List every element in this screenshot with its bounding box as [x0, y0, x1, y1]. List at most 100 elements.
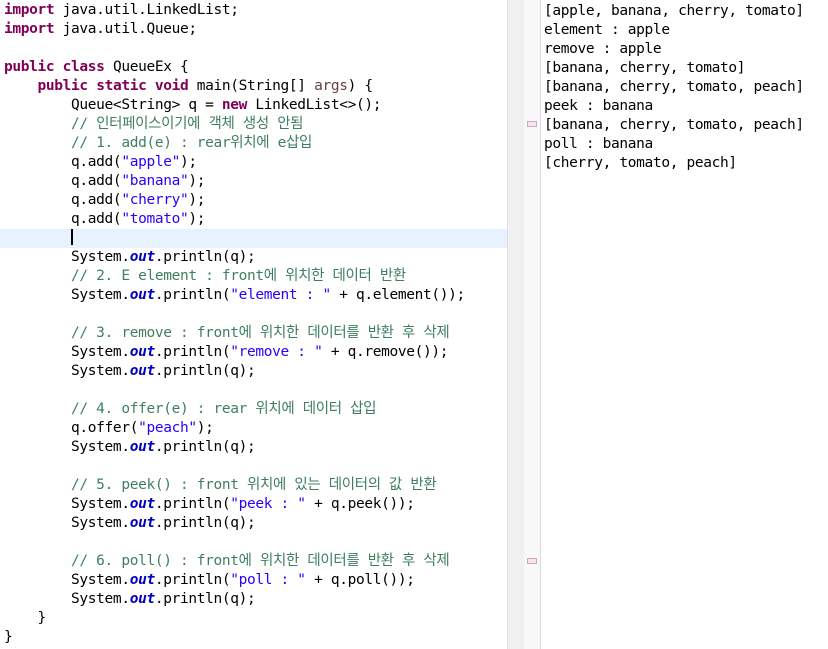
- code-token: public class: [4, 59, 105, 75]
- code-token: out: [129, 591, 155, 607]
- code-line[interactable]: import java.util.Queue;: [4, 20, 197, 39]
- code-token: // 5. peek() : front 위치에 있는 데이터의 값 반환: [4, 477, 437, 493]
- code-line[interactable]: q.add("cherry");: [4, 191, 205, 210]
- overview-ruler[interactable]: [524, 0, 541, 649]
- code-token: }: [4, 610, 47, 626]
- code-token: System.: [4, 439, 130, 455]
- editor-vertical-ruler: [507, 0, 525, 649]
- code-token: );: [188, 192, 206, 208]
- code-token: ) {: [347, 78, 373, 94]
- code-token: );: [196, 420, 214, 436]
- code-token: out: [129, 439, 155, 455]
- code-token: + q.remove());: [322, 344, 449, 360]
- code-token: + q.peek());: [305, 496, 415, 512]
- code-line[interactable]: // 6. poll() : front에 위치한 데이터를 반환 후 삭제: [4, 552, 450, 571]
- code-line[interactable]: System.out.println("peek : " + q.peek())…: [4, 495, 415, 514]
- code-line[interactable]: System.out.println(q);: [4, 590, 256, 609]
- code-token: .println(q);: [154, 363, 256, 379]
- code-token: "poll : ": [230, 572, 306, 588]
- code-line[interactable]: public static void main(String[] args) {: [4, 77, 374, 96]
- code-line[interactable]: public class QueueEx {: [4, 58, 189, 77]
- code-token: );: [188, 211, 206, 227]
- code-token: QueueEx {: [104, 59, 189, 75]
- console-line: [banana, cherry, tomato, peach]: [544, 117, 804, 133]
- code-line[interactable]: }: [4, 628, 13, 647]
- code-editor[interactable]: import java.util.LinkedList; import java.…: [0, 0, 507, 649]
- code-line[interactable]: }: [4, 609, 47, 628]
- code-token: .println(: [154, 344, 231, 360]
- code-token: out: [129, 249, 155, 265]
- code-token: public static void: [37, 78, 189, 94]
- code-line[interactable]: q.add("tomato");: [4, 210, 205, 229]
- console-line: element : apple: [544, 22, 670, 38]
- code-line[interactable]: System.out.println("poll : " + q.poll())…: [4, 571, 415, 590]
- code-line[interactable]: System.out.println("element : " + q.elem…: [4, 286, 465, 305]
- code-token: );: [180, 154, 197, 170]
- code-line[interactable]: System.out.println(q);: [4, 248, 256, 267]
- code-token: "element : ": [230, 287, 331, 303]
- code-line[interactable]: // 1. add(e) : rear위치에 e삽입: [4, 134, 312, 153]
- code-token: q.add(: [4, 173, 122, 189]
- code-token: System.: [4, 496, 130, 512]
- code-token: }: [4, 629, 13, 645]
- console-line: poll : banana: [544, 136, 653, 152]
- code-token: "peach": [138, 420, 197, 436]
- code-line[interactable]: q.add("banana");: [4, 172, 205, 191]
- overview-marker[interactable]: [527, 558, 537, 564]
- console-line: remove : apple: [544, 41, 662, 57]
- code-token: + q.element());: [330, 287, 465, 303]
- code-token: out: [129, 287, 155, 303]
- code-token: q.add(: [4, 211, 122, 227]
- code-token: System.: [4, 591, 130, 607]
- code-token: "cherry": [121, 192, 189, 208]
- code-token: .println(q);: [154, 249, 256, 265]
- code-line[interactable]: // 2. E element : front에 위치한 데이터 반환: [4, 267, 406, 286]
- code-token: .println(q);: [154, 439, 256, 455]
- code-token: import: [4, 2, 55, 18]
- code-token: out: [129, 344, 155, 360]
- code-token: System.: [4, 287, 130, 303]
- code-token: out: [129, 363, 155, 379]
- console-line: [apple, banana, cherry, tomato]: [544, 3, 804, 19]
- console-line: [banana, cherry, tomato]: [544, 60, 746, 76]
- code-token: .println(: [154, 572, 231, 588]
- console-output: [apple, banana, cherry, tomato] element :…: [541, 0, 828, 649]
- code-token: "banana": [121, 173, 189, 189]
- code-line[interactable]: q.add("apple");: [4, 153, 197, 172]
- overview-marker[interactable]: [527, 121, 537, 127]
- code-line[interactable]: // 3. remove : front에 위치한 데이터를 반환 후 삭제: [4, 324, 450, 343]
- code-token: q.add(: [4, 192, 122, 208]
- code-line[interactable]: // 5. peek() : front 위치에 있는 데이터의 값 반환: [4, 476, 437, 495]
- code-line[interactable]: import java.util.LinkedList;: [4, 1, 239, 20]
- code-token: System.: [4, 572, 130, 588]
- code-token: new: [221, 97, 248, 113]
- code-line[interactable]: System.out.println("remove : " + q.remov…: [4, 343, 448, 362]
- code-token: + q.poll());: [305, 572, 415, 588]
- code-token: System.: [4, 344, 130, 360]
- code-line[interactable]: // 4. offer(e) : rear 위치에 데이터 삽입: [4, 400, 376, 419]
- code-token: System.: [4, 363, 130, 379]
- code-line[interactable]: q.offer("peach");: [4, 419, 214, 438]
- code-token: .println(q);: [154, 591, 256, 607]
- code-token: );: [188, 173, 206, 189]
- code-line[interactable]: System.out.println(q);: [4, 362, 256, 381]
- code-token: "tomato": [121, 211, 189, 227]
- code-token: .println(: [154, 287, 231, 303]
- code-line[interactable]: System.out.println(q);: [4, 514, 256, 533]
- console-line: [cherry, tomato, peach]: [544, 155, 737, 171]
- code-token: // 3. remove : front에 위치한 데이터를 반환 후 삭제: [4, 325, 450, 341]
- code-token: .println(q);: [154, 515, 256, 531]
- code-token: // 4. offer(e) : rear 위치에 데이터 삽입: [4, 401, 377, 417]
- code-line[interactable]: Queue<String> q = new LinkedList<>();: [4, 96, 381, 115]
- code-token: "remove : ": [230, 344, 323, 360]
- code-line[interactable]: [0, 229, 507, 248]
- code-token: import: [4, 21, 55, 37]
- code-line[interactable]: System.out.println(q);: [4, 438, 256, 457]
- code-line[interactable]: // 인터페이스이기에 객체 생성 안됨: [4, 115, 304, 134]
- code-token: args: [314, 78, 348, 94]
- code-token: // 인터페이스이기에 객체 생성 안됨: [4, 116, 304, 132]
- code-token: java.util.Queue;: [54, 21, 197, 37]
- code-token: "apple": [121, 154, 180, 170]
